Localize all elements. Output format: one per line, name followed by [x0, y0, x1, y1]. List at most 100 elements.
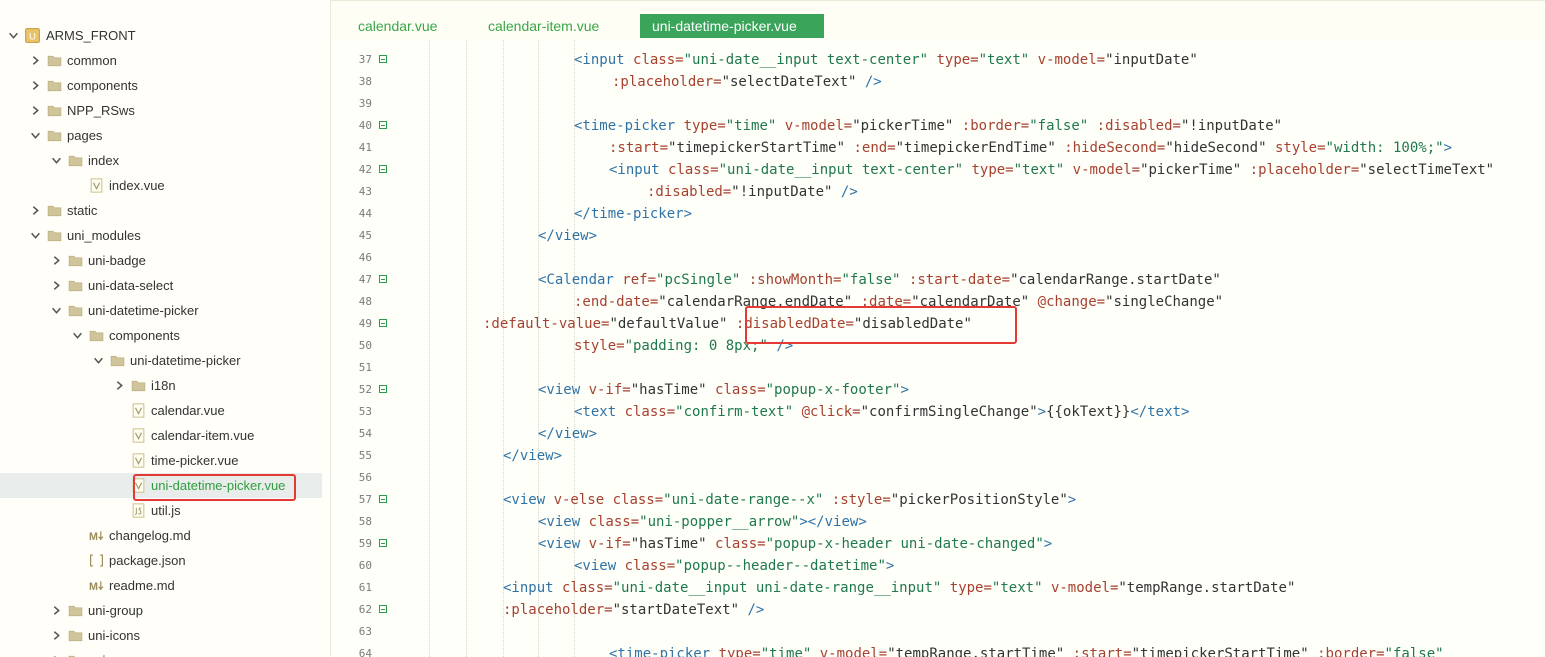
fold-toggle-icon[interactable]	[379, 495, 387, 503]
code-token: "popup-x-header uni-date-changed"	[765, 536, 1044, 552]
chevron-right-icon[interactable]	[51, 630, 62, 641]
line-number: 52	[358, 383, 372, 396]
code-token: "calendarRange.startDate"	[1010, 272, 1221, 288]
tree-file[interactable]: calendar.vue	[0, 398, 330, 423]
line-number: 40	[358, 119, 372, 132]
code-content: <view class="uni-popper__arrow"></view>	[538, 511, 867, 533]
chevron-right-icon[interactable]	[51, 605, 62, 616]
code-editor[interactable]: 37 <input class="uni-date__input text-cen…	[331, 40, 1545, 657]
tree-file[interactable]: calendar-item.vue	[0, 423, 330, 448]
fold-toggle-icon[interactable]	[379, 165, 387, 173]
chevron-down-icon[interactable]	[8, 30, 19, 41]
tree-folder[interactable]: common	[0, 48, 330, 73]
tree-folder[interactable]: index	[0, 148, 330, 173]
code-token: "uni-popper__arrow"	[639, 514, 800, 530]
code-line[interactable]: 61 <input class="uni-date__input uni-date…	[331, 577, 1545, 599]
code-line[interactable]: 57 <view v-else class="uni-date-range--x"…	[331, 489, 1545, 511]
code-line[interactable]: 45 </view>	[331, 225, 1545, 247]
code-line[interactable]: 53 <text class="confirm-text" @click="con…	[331, 401, 1545, 423]
tree-folder[interactable]: static	[0, 198, 330, 223]
chevron-right-icon[interactable]	[114, 380, 125, 391]
fold-toggle-icon[interactable]	[379, 605, 387, 613]
project-root[interactable]: U ARMS_FRONT	[0, 23, 330, 48]
fold-toggle-icon[interactable]	[379, 275, 387, 283]
code-line[interactable]: 37 <input class="uni-date__input text-cen…	[331, 49, 1545, 71]
code-token: </time-picker>	[574, 206, 693, 222]
chevron-down-icon[interactable]	[30, 130, 41, 141]
chevron-right-icon[interactable]	[30, 55, 41, 66]
tree-folder[interactable]: uni-badge	[0, 248, 330, 273]
code-content: <input class="uni-date__input text-cente…	[609, 159, 1494, 181]
chevron-right-icon[interactable]	[51, 255, 62, 266]
code-line[interactable]: 38:placeholder="selectDateText" />	[331, 71, 1545, 93]
tree-file[interactable]: util.js	[0, 498, 330, 523]
tree-folder[interactable]: uni_modules	[0, 223, 330, 248]
tree-folder[interactable]: uni-...	[0, 648, 330, 657]
code-line[interactable]: 41:start="timepickerStartTime" :end="tim…	[331, 137, 1545, 159]
chevron-right-icon[interactable]	[51, 280, 62, 291]
tab-uni-datetime-picker-vue[interactable]: uni-datetime-picker.vue	[640, 14, 824, 38]
tree-folder[interactable]: NPP_RSws	[0, 98, 330, 123]
tree-file[interactable]: index.vue	[0, 173, 330, 198]
code-token: "timepickerEndTime"	[895, 140, 1056, 156]
tree-file[interactable]: package.json	[0, 548, 330, 573]
code-line[interactable]: 47 <Calendar ref="pcSingle" :showMonth="f…	[331, 269, 1545, 291]
code-line[interactable]: 52 <view v-if="hasTime" class="popup-x-fo…	[331, 379, 1545, 401]
code-line[interactable]: 62:placeholder="startDateText" />	[331, 599, 1545, 621]
tree-file[interactable]: uni-datetime-picker.vue	[0, 473, 322, 498]
tree-folder[interactable]: i18n	[0, 373, 330, 398]
tab-calendar-vue[interactable]: calendar.vue	[358, 14, 437, 38]
code-line[interactable]: 64 <time-picker type="time" v-model="temp…	[331, 643, 1545, 657]
chevron-down-icon[interactable]	[51, 305, 62, 316]
code-line[interactable]: 63	[331, 621, 1545, 643]
code-line[interactable]: 55 </view>	[331, 445, 1545, 467]
code-line[interactable]: 46	[331, 247, 1545, 269]
code-line[interactable]: 51	[331, 357, 1545, 379]
tree-file[interactable]: Mreadme.md	[0, 573, 330, 598]
code-line[interactable]: 60 <view class="popup--header--datetime">	[331, 555, 1545, 577]
code-token: "uni-date__input text-center"	[683, 52, 929, 68]
tree-item-label: i18n	[151, 378, 176, 393]
tree-folder[interactable]: uni-datetime-picker	[0, 348, 330, 373]
chevron-down-icon[interactable]	[93, 355, 104, 366]
fold-toggle-icon[interactable]	[379, 319, 387, 327]
tree-folder[interactable]: uni-icons	[0, 623, 330, 648]
fold-toggle-icon[interactable]	[379, 539, 387, 547]
tab-calendar-item-vue[interactable]: calendar-item.vue	[488, 14, 599, 38]
code-line[interactable]: 59 <view v-if="hasTime" class="popup-x-he…	[331, 533, 1545, 555]
tree-folder[interactable]: uni-data-select	[0, 273, 330, 298]
code-line[interactable]: 58 <view class="uni-popper__arrow"></view…	[331, 511, 1545, 533]
code-token: :end-date=	[574, 294, 659, 310]
fold-toggle-icon[interactable]	[379, 121, 387, 129]
tree-item-label: uni-badge	[88, 253, 146, 268]
tree-folder[interactable]: uni-datetime-picker	[0, 298, 330, 323]
tree-item-label: util.js	[151, 503, 181, 518]
code-line[interactable]: 39	[331, 93, 1545, 115]
code-line[interactable]: 42 <input class="uni-date__input text-cen…	[331, 159, 1545, 181]
chevron-down-icon[interactable]	[30, 230, 41, 241]
code-line[interactable]: 40 <time-picker type="time" v-model="pick…	[331, 115, 1545, 137]
chevron-down-icon[interactable]	[72, 330, 83, 341]
fold-toggle-icon[interactable]	[379, 385, 387, 393]
code-line[interactable]: 50 style="padding: 0 8px;" />	[331, 335, 1545, 357]
tree-item-label: calendar.vue	[151, 403, 225, 418]
code-line[interactable]: 44 </time-picker>	[331, 203, 1545, 225]
tree-folder[interactable]: components	[0, 73, 330, 98]
tree-folder[interactable]: uni-group	[0, 598, 330, 623]
tree-file[interactable]: Mchangelog.md	[0, 523, 330, 548]
folder-icon	[89, 330, 104, 342]
fold-toggle-icon[interactable]	[379, 55, 387, 63]
code-line[interactable]: 43:disabled="!inputDate" />	[331, 181, 1545, 203]
tree-folder[interactable]: pages	[0, 123, 330, 148]
chevron-right-icon[interactable]	[30, 80, 41, 91]
tree-file[interactable]: time-picker.vue	[0, 448, 330, 473]
code-line[interactable]: 54 </view>	[331, 423, 1545, 445]
code-line[interactable]: 56	[331, 467, 1545, 489]
chevron-down-icon[interactable]	[51, 155, 62, 166]
code-line[interactable]: 49:default-value="defaultValue" :disable…	[331, 313, 1545, 335]
chevron-right-icon[interactable]	[30, 105, 41, 116]
tree-folder[interactable]: components	[0, 323, 330, 348]
chevron-right-icon[interactable]	[30, 205, 41, 216]
code-line[interactable]: 48:end-date="calendarRange.endDate" :dat…	[331, 291, 1545, 313]
